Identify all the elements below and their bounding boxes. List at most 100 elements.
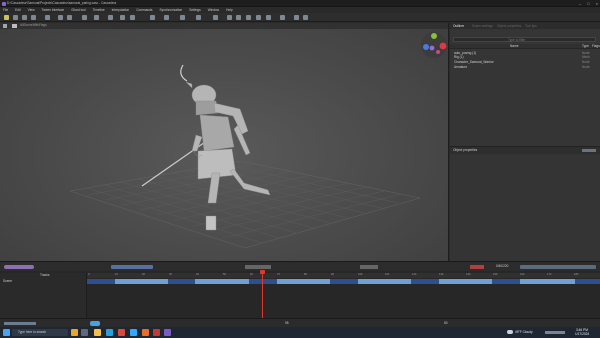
timeline-toolbar: 0/40/220 [0, 262, 600, 271]
close-button[interactable]: × [596, 1, 598, 6]
zoom-controls-icon[interactable] [245, 265, 271, 269]
edge-icon[interactable] [106, 329, 113, 336]
column-type[interactable]: Type [582, 44, 589, 48]
menu-interpolation[interactable]: Interpolation [112, 8, 130, 12]
media-icon[interactable] [153, 329, 160, 336]
paste-pose-icon[interactable] [150, 15, 155, 20]
timeline-ruler[interactable]: 0 10 20 30 40 50 60 70 80 90 100 110 120 130 140 150 160… [87, 273, 600, 278]
menu-edit[interactable]: Edit [15, 8, 21, 12]
fps-controls-icon[interactable] [360, 265, 378, 269]
samurai-character [180, 64, 271, 231]
pin-tool-icon[interactable] [45, 15, 50, 20]
keyframe-interval[interactable] [87, 279, 115, 284]
photoshop-icon[interactable] [130, 329, 137, 336]
panel-options-icon[interactable] [582, 149, 596, 152]
mirror-icon[interactable] [108, 15, 113, 20]
keyframe-interval[interactable] [411, 279, 439, 284]
keyframe-interval[interactable] [330, 279, 358, 284]
trajectory-icon[interactable] [180, 15, 185, 20]
keyframe-interval[interactable] [492, 279, 520, 284]
row-type: Node [582, 64, 590, 69]
task-view-icon[interactable] [81, 329, 88, 336]
status-icons[interactable] [4, 322, 36, 325]
keyframe-tools-icon[interactable] [111, 265, 153, 269]
point-tool-icon[interactable] [58, 15, 63, 20]
select-tool-icon[interactable] [4, 15, 9, 20]
scene-render [69, 32, 447, 249]
row-type: Node [582, 59, 590, 64]
keyframe-interval[interactable] [168, 279, 195, 284]
timeline-playhead[interactable] [262, 270, 263, 319]
object-properties-panel: Object properties [450, 146, 600, 261]
menu-tween-interface[interactable]: Tween Interface [42, 8, 65, 12]
menu-synchronization[interactable]: Synchronization [160, 8, 183, 12]
lighting-icon[interactable] [280, 15, 285, 20]
frame-number: 90 [331, 273, 334, 276]
collisions-icon[interactable] [294, 15, 299, 20]
file-explorer-icon[interactable] [94, 329, 101, 336]
weather-text[interactable]: 49°F Cloudy [515, 330, 533, 334]
menu-file[interactable]: File [3, 8, 8, 12]
gizmo-local-icon[interactable] [213, 15, 218, 20]
outliner-row[interactable]: Armature Node [450, 65, 600, 70]
playback-controls[interactable] [520, 265, 596, 269]
menu-ghost-tool[interactable]: Ghost tool [71, 8, 86, 12]
settings-icon[interactable] [303, 15, 308, 20]
fulcrum-icon[interactable] [164, 15, 169, 20]
frame-number: 100 [358, 273, 363, 276]
system-tray-icons[interactable] [545, 331, 565, 334]
widgets-icon[interactable] [71, 329, 78, 336]
render-icon[interactable] [246, 15, 251, 20]
row-name: Armature [454, 64, 468, 69]
menu-settings[interactable]: Settings [189, 8, 201, 12]
scale-tool-icon[interactable] [31, 15, 36, 20]
interpolate-icon[interactable] [120, 15, 125, 20]
keyframe-interval[interactable] [249, 279, 277, 284]
frame-number: 60 [250, 273, 253, 276]
ghost-icon[interactable] [196, 15, 201, 20]
camera-icon[interactable] [266, 15, 271, 20]
weather-icon[interactable] [507, 330, 513, 334]
tab-outliner[interactable]: Outliner [453, 24, 464, 28]
menu-help[interactable]: Help [226, 8, 233, 12]
character-icon[interactable] [256, 15, 261, 20]
menu-window[interactable]: Window [208, 8, 219, 12]
object-properties-title: Object properties [453, 148, 478, 152]
chrome-icon[interactable] [118, 329, 125, 336]
taskbar-search-input[interactable]: Type here to search [12, 329, 68, 336]
playhead-marker[interactable] [260, 270, 265, 274]
record-icon[interactable] [470, 265, 484, 269]
maximize-button[interactable]: □ [587, 1, 589, 6]
column-flags[interactable]: Flags [592, 44, 600, 48]
scene-track-label[interactable]: Scene [3, 279, 12, 283]
gizmo-global-icon[interactable] [227, 15, 232, 20]
joint-tool-icon[interactable] [67, 15, 72, 20]
column-name[interactable]: Name [510, 44, 519, 48]
move-tool-icon[interactable] [13, 15, 18, 20]
viewport-3d[interactable]: AllSceneWithFlags [0, 23, 449, 261]
cascadeur-taskbar-icon[interactable] [164, 329, 171, 336]
loop-toggle-icon[interactable] [90, 321, 100, 326]
rotate-tool-icon[interactable] [22, 15, 27, 20]
frame-number: 160 [520, 273, 525, 276]
tab-object-properties[interactable]: Object properties [497, 24, 521, 28]
auto-pose-icon[interactable] [94, 15, 99, 20]
firefox-icon[interactable] [142, 329, 149, 336]
menu-commands[interactable]: Commands [136, 8, 152, 12]
menu-timeline[interactable]: Timeline [93, 8, 105, 12]
outliner-search-input[interactable]: Type to filter [453, 37, 596, 42]
frame-number: 30 [169, 273, 172, 276]
grid-icon[interactable] [236, 15, 241, 20]
clock-date[interactable]: 1/17/2024 [575, 332, 589, 336]
frame-field[interactable]: 0/40/220 [496, 264, 508, 268]
minimize-button[interactable]: – [579, 1, 581, 6]
key-filter-icon[interactable] [4, 265, 34, 269]
keyframe-interval[interactable] [575, 279, 600, 284]
menu-view[interactable]: View [28, 8, 35, 12]
copy-pose-icon[interactable] [130, 15, 135, 20]
tab-scene-settings[interactable]: Scene settings [472, 24, 493, 28]
tab-tool-tips[interactable]: Tool tips [525, 24, 537, 28]
windows-start-icon[interactable] [3, 329, 10, 336]
physics-tool-icon[interactable] [82, 15, 87, 20]
frame-number: 180 [574, 273, 579, 276]
